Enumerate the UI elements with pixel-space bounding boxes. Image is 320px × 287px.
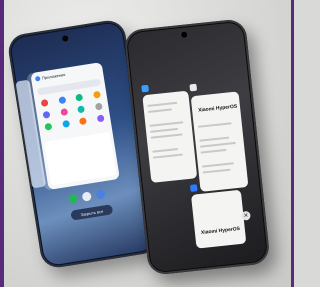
app-icon [189, 184, 198, 192]
recent-app-header: Приложения [34, 71, 66, 82]
photo-scene: Приложения Закрыть все Xiaomi HyperOS Xi… [0, 0, 294, 287]
app-icon [189, 83, 198, 92]
right-phone: Xiaomi HyperOS Xiaomi HyperOS ✕ [123, 18, 271, 276]
frame-edge-right [291, 0, 294, 287]
recent-app-title: Приложения [41, 71, 66, 81]
card-brand-text: Xiaomi HyperOS [197, 103, 238, 114]
close-all-label: Закрыть все [80, 208, 104, 217]
app-icon [141, 84, 149, 93]
recent-app-card [142, 90, 198, 183]
recent-app-card: Xiaomi HyperOS [190, 189, 247, 249]
keyboard [44, 131, 117, 186]
app-icon [34, 75, 41, 82]
frame-edge-left [0, 0, 4, 287]
card-brand-text: Xiaomi HyperOS [200, 225, 241, 237]
